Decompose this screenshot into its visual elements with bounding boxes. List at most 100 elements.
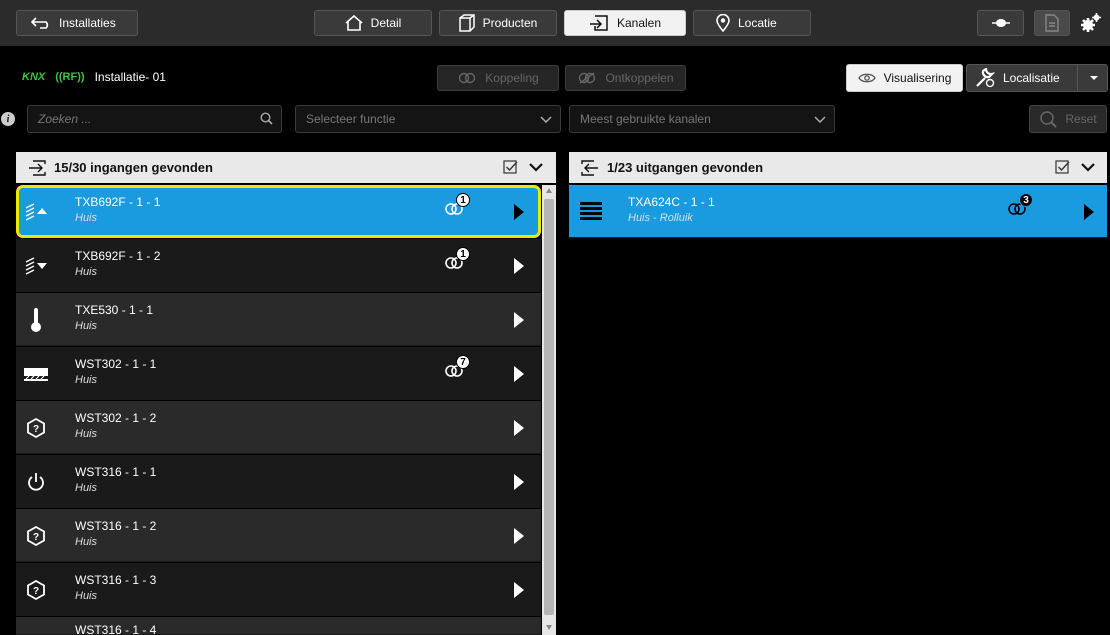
document-icon	[1045, 14, 1059, 32]
input-row[interactable]: TXB692F - 1 - 2 Huis 1	[16, 239, 541, 292]
chevron-down-icon[interactable]	[1089, 75, 1099, 81]
tab-kanalen-label: Kanalen	[616, 16, 662, 30]
link-count: 3	[1019, 193, 1033, 207]
input-row[interactable]: ? WST302 - 1 - 2 Huis	[16, 401, 541, 454]
select-all-checkbox-icon[interactable]	[503, 160, 518, 175]
chevron-down-icon	[814, 116, 826, 123]
output-row[interactable]: TXA624C - 1 - 1 Huis - Rolluik 3	[569, 185, 1107, 238]
play-arrow-icon[interactable]	[1084, 204, 1094, 220]
input-row-location: Huis	[75, 590, 98, 602]
input-row-location: Huis	[75, 536, 98, 548]
search-placeholder: Zoeken ...	[38, 112, 92, 126]
koppeling-label: Koppeling	[485, 71, 539, 85]
input-row-name: TXE530 - 1 - 1	[75, 303, 154, 317]
play-arrow-icon[interactable]	[514, 420, 524, 436]
output-row-location: Huis - Rolluik	[628, 212, 693, 224]
wrench-icon	[975, 68, 995, 88]
eye-icon	[857, 72, 876, 84]
link-count-badge[interactable]: 1	[443, 247, 470, 275]
link-count: 1	[456, 247, 470, 261]
visualisering-button[interactable]: Visualisering	[846, 64, 963, 92]
outputs-count: 1/23 uitgangen gevonden	[607, 160, 764, 175]
tab-producten-label: Producten	[482, 16, 538, 30]
reset-label: Reset	[1065, 112, 1097, 126]
channels-select[interactable]: Meest gebruikte kanalen	[569, 105, 835, 133]
input-row-location: Huis	[75, 374, 98, 386]
unknown-icon: ?	[22, 522, 50, 550]
installation-info: KNX ((RF)) Installatie- 01	[22, 70, 166, 84]
scroll-down-icon[interactable]	[546, 625, 552, 630]
tab-kanalen[interactable]: Kanalen	[564, 10, 686, 36]
play-arrow-icon[interactable]	[514, 366, 524, 382]
unknown-icon: ?	[22, 576, 50, 604]
input-row-name: WST302 - 1 - 2	[75, 411, 157, 425]
input-row-location: Huis	[75, 482, 98, 494]
tab-locatie[interactable]: Locatie	[693, 10, 811, 36]
knx-logo: KNX	[22, 71, 46, 83]
play-arrow-icon[interactable]	[514, 312, 524, 328]
top-bar: Installaties Detail Producten Kanalen Lo…	[0, 0, 1110, 46]
localisatie-button[interactable]: Localisatie	[966, 64, 1108, 92]
back-arrow-icon	[31, 17, 51, 29]
input-row[interactable]: TXE530 - 1 - 1 Huis	[16, 293, 541, 346]
unlink-icon	[577, 72, 597, 84]
input-row[interactable]: ? WST316 - 1 - 3 Huis	[16, 563, 541, 616]
info-icon[interactable]: i	[1, 112, 15, 126]
remote-connect-icon	[991, 18, 1011, 28]
input-row-location: Huis	[75, 320, 98, 332]
blinds-down-icon	[22, 252, 50, 280]
chevron-down-icon[interactable]	[529, 163, 543, 172]
play-arrow-icon[interactable]	[514, 528, 524, 544]
installation-name: Installatie- 01	[94, 70, 166, 84]
input-row[interactable]: ? WST316 - 1 - 2 Huis	[16, 509, 541, 562]
link-count-badge[interactable]: 3	[1006, 193, 1033, 221]
settings-gears-icon[interactable]	[1080, 12, 1102, 34]
search-input[interactable]: Zoeken ...	[27, 105, 282, 133]
tab-detail[interactable]: Detail	[314, 10, 432, 36]
shutter-icon	[577, 198, 605, 226]
input-row-name: WST316 - 1 - 1	[75, 465, 157, 479]
installaties-button[interactable]: Installaties	[16, 10, 138, 36]
koppeling-button[interactable]: Koppeling	[437, 65, 559, 91]
scrollbar-thumb[interactable]	[544, 199, 554, 615]
function-select[interactable]: Selecteer functie	[295, 105, 561, 133]
output-row-name: TXA624C - 1 - 1	[628, 195, 715, 209]
link-count: 7	[456, 355, 470, 369]
installaties-label: Installaties	[59, 16, 116, 30]
rf-logo: ((RF))	[55, 71, 85, 83]
input-row[interactable]: WST316 - 1 - 4	[16, 617, 541, 635]
inputs-scrollbar[interactable]	[542, 185, 556, 635]
tab-detail-label: Detail	[370, 16, 402, 30]
scroll-up-icon[interactable]	[546, 188, 552, 193]
box-icon	[458, 14, 475, 32]
document-button[interactable]	[1034, 10, 1070, 36]
reset-search-icon	[1039, 110, 1058, 128]
ontkoppelen-label: Ontkoppelen	[605, 71, 674, 85]
link-icon	[457, 72, 477, 84]
play-arrow-icon[interactable]	[514, 258, 524, 274]
chevron-down-icon[interactable]	[1081, 163, 1095, 172]
svg-text:?: ?	[33, 586, 39, 597]
input-row[interactable]: WST316 - 1 - 1 Huis	[16, 455, 541, 508]
ontkoppelen-button[interactable]: Ontkoppelen	[565, 65, 686, 91]
reset-button[interactable]: Reset	[1029, 105, 1107, 133]
channels-placeholder: Meest gebruikte kanalen	[580, 112, 711, 126]
link-count-badge[interactable]: 1	[443, 193, 470, 221]
divider	[1077, 65, 1078, 91]
location-pin-icon	[716, 14, 730, 32]
link-count-badge[interactable]: 7	[443, 355, 470, 383]
play-arrow-icon[interactable]	[514, 582, 524, 598]
play-arrow-icon[interactable]	[514, 474, 524, 490]
play-arrow-icon[interactable]	[514, 204, 524, 220]
input-row[interactable]: WST302 - 1 - 1 Huis 7	[16, 347, 541, 400]
unknown-icon: ?	[22, 414, 50, 442]
select-all-checkbox-icon[interactable]	[1055, 160, 1070, 175]
input-row[interactable]: TXB692F - 1 - 1 Huis 1	[16, 185, 541, 238]
thermometer-icon	[22, 306, 50, 334]
remote-button[interactable]	[977, 10, 1024, 36]
tab-locatie-label: Locatie	[738, 16, 777, 30]
power-icon	[22, 468, 50, 496]
input-row-name: WST316 - 1 - 4	[75, 623, 157, 635]
input-row-name: WST316 - 1 - 2	[75, 519, 157, 533]
tab-producten[interactable]: Producten	[439, 10, 557, 36]
